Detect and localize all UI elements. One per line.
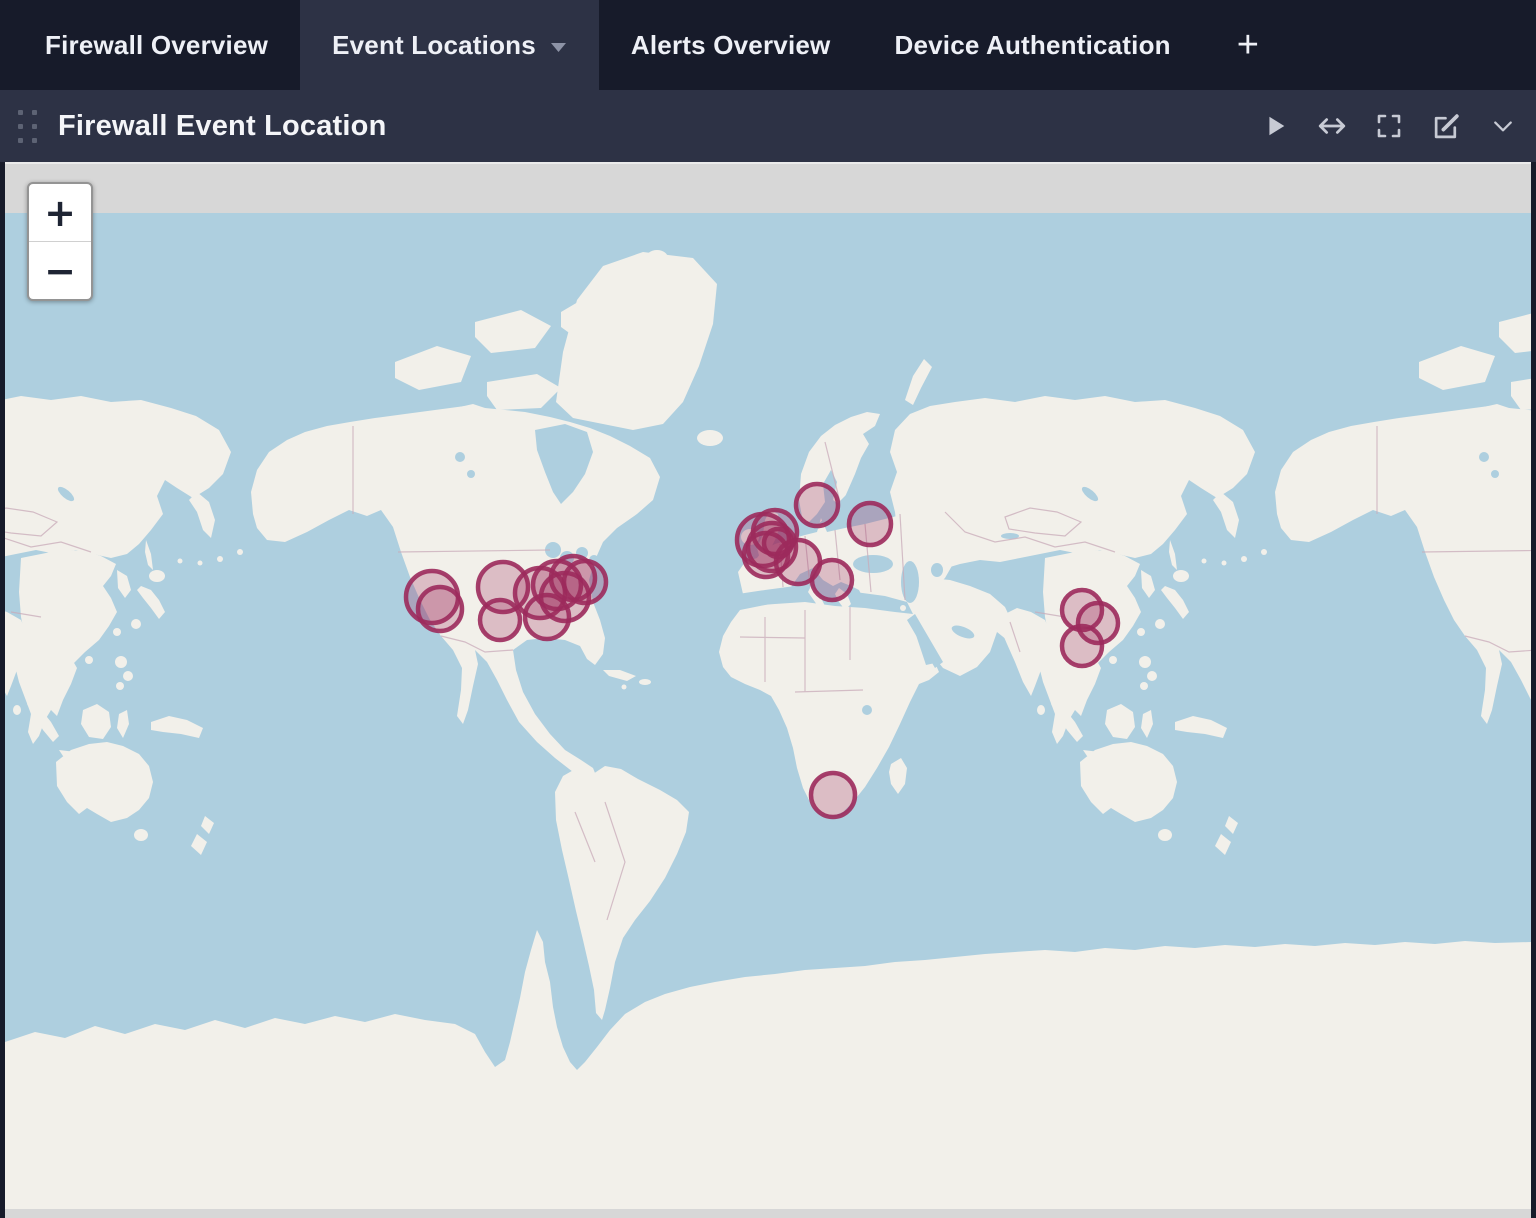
world-map[interactable]: + − (5, 162, 1531, 1218)
zoom-in-button[interactable]: + (29, 184, 91, 242)
event-location-marker[interactable] (525, 595, 569, 639)
plus-icon: + (1237, 24, 1259, 67)
event-location-marker[interactable] (849, 503, 891, 545)
zoom-out-button[interactable]: − (29, 242, 91, 299)
event-location-marker[interactable] (811, 773, 855, 817)
drag-handle-icon[interactable] (14, 106, 40, 146)
tab-alerts-overview[interactable]: Alerts Overview (599, 0, 863, 90)
event-location-marker[interactable] (418, 587, 462, 631)
dashboard-tab-bar: Firewall Overview Event Locations Alerts… (0, 0, 1536, 90)
tab-label: Event Locations (332, 30, 536, 61)
tab-label: Firewall Overview (45, 30, 268, 61)
tab-label: Alerts Overview (631, 30, 831, 61)
event-location-marker[interactable] (812, 560, 852, 600)
panel-title: Firewall Event Location (58, 110, 387, 143)
resize-horizontal-icon[interactable] (1317, 111, 1347, 141)
map-canvas (5, 162, 1531, 1218)
event-location-marker[interactable] (480, 600, 520, 640)
event-location-marker[interactable] (1062, 626, 1102, 666)
fullscreen-icon[interactable] (1374, 111, 1404, 141)
tab-firewall-overview[interactable]: Firewall Overview (13, 0, 300, 90)
event-location-marker[interactable] (796, 484, 838, 526)
add-tab-button[interactable]: + (1203, 0, 1293, 90)
map-top-edge (5, 162, 1531, 164)
tab-event-locations[interactable]: Event Locations (300, 0, 599, 90)
map-out-of-bounds-top (5, 164, 1531, 213)
map-zoom-control: + − (27, 182, 93, 301)
panel-header: Firewall Event Location (0, 90, 1536, 162)
chevron-down-icon (550, 42, 567, 53)
map-out-of-bounds-bottom (5, 1209, 1531, 1218)
play-icon[interactable] (1260, 111, 1290, 141)
tab-device-authentication[interactable]: Device Authentication (862, 0, 1202, 90)
collapse-chevron-icon[interactable] (1488, 111, 1518, 141)
panel-toolbar (1260, 111, 1536, 141)
tab-label: Device Authentication (894, 30, 1170, 61)
event-location-marker[interactable] (564, 561, 606, 603)
edit-icon[interactable] (1431, 111, 1461, 141)
